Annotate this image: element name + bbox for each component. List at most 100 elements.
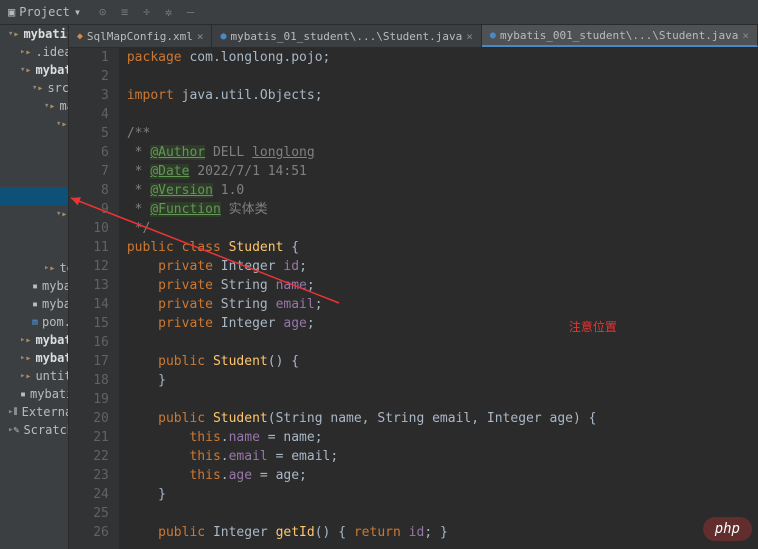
tree-row[interactable]: CStudent <box>0 187 69 205</box>
code-line[interactable]: } <box>127 485 758 504</box>
code-line[interactable] <box>127 504 758 523</box>
tree-row[interactable]: ▪mybatisall2.iml <box>0 385 68 403</box>
tree-item-label: pom.xml <box>42 315 69 329</box>
editor-tab[interactable]: ●mybatis_01_student\...\Student.java× <box>212 25 481 47</box>
code-line[interactable] <box>127 105 758 124</box>
code-line[interactable] <box>127 390 758 409</box>
code-content[interactable]: package com.longlong.pojo; import java.ut… <box>119 48 758 549</box>
close-icon[interactable]: × <box>742 29 749 42</box>
tree-item-label: .idea <box>35 45 68 59</box>
hide-icon[interactable]: — <box>187 5 201 19</box>
project-dropdown[interactable]: ▣ Project ▾ <box>4 3 85 21</box>
tree-row[interactable]: ▪mybatis_01_student.iml <box>0 295 68 313</box>
code-line[interactable]: */ <box>127 219 758 238</box>
tree-row[interactable]: ▸▸mybatis_002_user <box>0 349 68 367</box>
locate-icon[interactable]: ⊙ <box>99 5 113 19</box>
tree-row[interactable]: ▸▸test <box>0 259 68 277</box>
tree-row[interactable]: ▾▸src <box>0 79 68 97</box>
tree-row[interactable]: mpom.xml <box>0 313 68 331</box>
close-icon[interactable]: × <box>466 30 473 43</box>
code-line[interactable] <box>127 67 758 86</box>
tree-row[interactable]: ▸⫴External Libraries <box>0 403 68 421</box>
tree-row[interactable]: ▾▸resources <box>0 205 68 223</box>
collapse-icon[interactable]: ÷ <box>143 5 157 19</box>
line-number: 8 <box>69 181 109 200</box>
folder-icon: ▸ <box>25 65 31 76</box>
line-number: 2 <box>69 67 109 86</box>
code-line[interactable]: this.name = name; <box>127 428 758 447</box>
close-icon[interactable]: × <box>197 30 204 43</box>
code-line[interactable]: package com.longlong.pojo; <box>127 48 758 67</box>
gear-icon[interactable]: ✲ <box>165 5 179 19</box>
tab-label: mybatis_001_student\...\Student.java <box>500 29 738 42</box>
code-line[interactable]: public Integer getId() { return id; } <box>127 523 758 542</box>
tree-item-label: Scratches and Consoles <box>23 423 68 437</box>
file-icon: ▪ <box>32 281 38 292</box>
code-line[interactable]: this.age = age; <box>127 466 758 485</box>
file-type-icon: ◆ <box>77 31 83 42</box>
project-label: Project <box>19 5 70 19</box>
line-number: 21 <box>69 428 109 447</box>
folder-icon: ▸ <box>49 101 55 112</box>
code-line[interactable]: private String email; <box>127 295 758 314</box>
watermark-badge: php <box>703 517 752 541</box>
tree-row[interactable]: ▸▸untitled <box>0 367 68 385</box>
code-line[interactable]: } <box>127 371 758 390</box>
code-line[interactable]: private Integer id; <box>127 257 758 276</box>
tree-row[interactable]: ▾▸java <box>0 115 68 133</box>
tree-row[interactable]: ▸▸.idea <box>0 43 68 61</box>
line-number: 12 <box>69 257 109 276</box>
line-number: 22 <box>69 447 109 466</box>
line-number: 3 <box>69 86 109 105</box>
line-number: 1 <box>69 48 109 67</box>
code-editor[interactable]: 1234567891011121314151617181920212223242… <box>69 48 758 549</box>
tree-item-label: mybatis_01_student.iml <box>42 297 69 311</box>
folder-icon: ▸ <box>25 353 31 364</box>
code-line[interactable]: private Integer age; <box>127 314 758 333</box>
code-line[interactable]: * @Version 1.0 <box>127 181 758 200</box>
tree-row[interactable]: ▸▸mybatis_001_student <box>0 331 68 349</box>
tree-item-label: mybatisall2.iml <box>30 387 69 401</box>
tree-item-label: main <box>59 99 68 113</box>
code-line[interactable]: public class Student { <box>127 238 758 257</box>
tree-row[interactable]: ▸✎Scratches and Consoles <box>0 421 68 439</box>
tree-row[interactable]: ▾▸com <box>0 133 68 151</box>
code-line[interactable]: * @Function 实体类 <box>127 200 758 219</box>
editor-tab[interactable]: ●mybatis_001_student\...\Student.java× <box>482 25 758 47</box>
tree-row[interactable]: ▾▸main <box>0 97 68 115</box>
tree-row[interactable]: ▾▸mybatisall2D:\JAVA\mybatisall2 <box>0 25 68 43</box>
project-tree: ▾▸mybatisall2D:\JAVA\mybatisall2▸▸.idea▾… <box>0 25 69 549</box>
code-line[interactable]: * @Author DELL longlong <box>127 143 758 162</box>
line-number: 15 <box>69 314 109 333</box>
tree-item-label: mybatisall2 <box>23 27 68 41</box>
main-layout: ▾▸mybatisall2D:\JAVA\mybatisall2▸▸.idea▾… <box>0 25 758 549</box>
tree-row[interactable]: ▪ mybatis.iml <box>0 277 68 295</box>
line-number: 11 <box>69 238 109 257</box>
tree-row[interactable]: ▾▸mybatis_01_student[mybatis] <box>0 61 68 79</box>
line-number: 9 <box>69 200 109 219</box>
tree-row[interactable]: ▪jdbc.properties <box>0 223 69 241</box>
folder-icon: ▸ <box>37 83 43 94</box>
code-line[interactable] <box>127 333 758 352</box>
editor-tab[interactable]: ◆SqlMapConfig.xml× <box>69 25 213 47</box>
line-number: 13 <box>69 276 109 295</box>
code-line[interactable]: public Student(String name, String email… <box>127 409 758 428</box>
line-number: 25 <box>69 504 109 523</box>
line-number: 18 <box>69 371 109 390</box>
line-number: 14 <box>69 295 109 314</box>
line-number: 16 <box>69 333 109 352</box>
expand-icon[interactable]: ≡ <box>121 5 135 19</box>
line-number: 5 <box>69 124 109 143</box>
line-number: 20 <box>69 409 109 428</box>
code-line[interactable]: /** <box>127 124 758 143</box>
code-line[interactable]: public Student() { <box>127 352 758 371</box>
tree-item-label: mybatis.iml <box>42 279 69 293</box>
tree-row[interactable]: ▪SqlMapConfig.xml <box>0 241 69 259</box>
code-line[interactable]: * @Date 2022/7/1 14:51 <box>127 162 758 181</box>
tree-row[interactable]: ▾▸pojo <box>0 169 69 187</box>
code-line[interactable]: import java.util.Objects; <box>127 86 758 105</box>
code-line[interactable]: private String name; <box>127 276 758 295</box>
folder-icon: ▸ <box>49 263 55 274</box>
tree-row[interactable]: ▾▸longlong <box>0 151 69 169</box>
code-line[interactable]: this.email = email; <box>127 447 758 466</box>
